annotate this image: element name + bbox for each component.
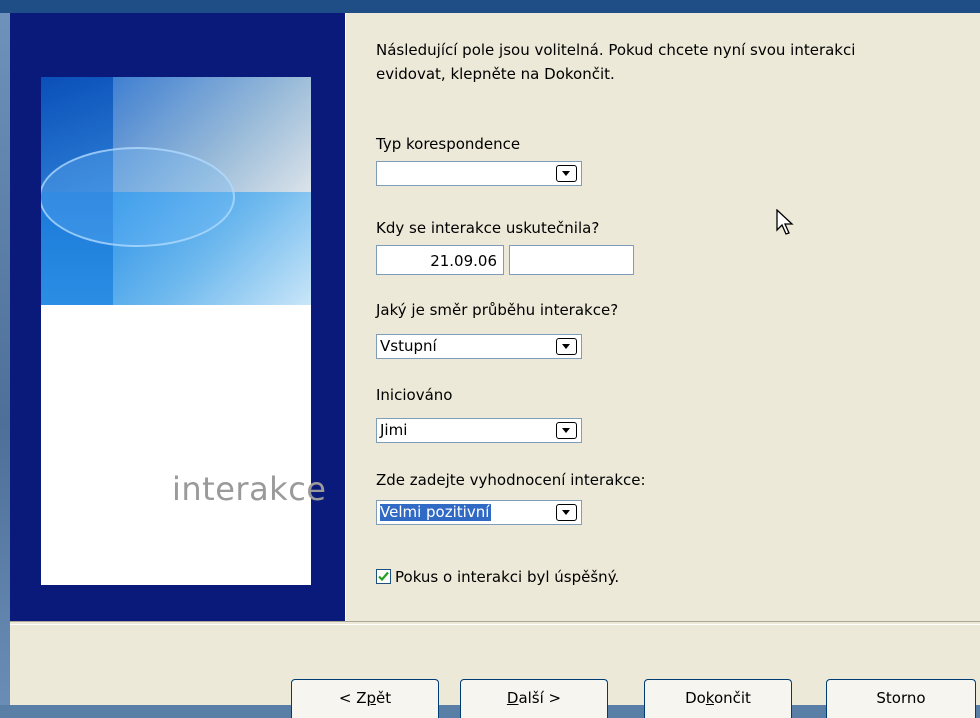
content-divider: [345, 13, 346, 621]
back-button[interactable]: < Zpět: [291, 679, 439, 718]
date-value: 21.09.06: [430, 252, 497, 270]
finish-button-label-pre: Do: [685, 689, 706, 707]
chevron-down-icon[interactable]: [556, 504, 577, 521]
wizard-banner: interakce: [10, 13, 345, 621]
chevron-down-icon[interactable]: [556, 165, 577, 182]
checkmark-icon: [378, 571, 389, 582]
window-title-strip: [0, 0, 980, 13]
finish-button-label-post: ončit: [713, 689, 751, 707]
wizard-dialog: interakce Následující pole jsou voliteln…: [10, 13, 980, 718]
evaluation-label: Zde zadejte vyhodnocení interakce:: [376, 471, 646, 489]
direction-select[interactable]: Vstupní: [376, 334, 582, 359]
chevron-down-icon[interactable]: [556, 338, 577, 355]
next-button-label: alší >: [518, 689, 562, 707]
success-checkbox-label[interactable]: Pokus o interakci byl úspěšný.: [395, 568, 619, 586]
cancel-button[interactable]: Storno: [826, 679, 976, 718]
evaluation-select[interactable]: Velmi pozitivní: [376, 500, 582, 525]
intro-text-line2: evidovat, klepněte na Dokončit.: [376, 65, 615, 83]
correspondence-type-label: Typ korespondence: [376, 135, 521, 153]
correspondence-type-select[interactable]: [376, 161, 582, 186]
success-checkbox[interactable]: [376, 569, 391, 584]
banner-graphic: [41, 77, 311, 305]
next-button[interactable]: Další >: [460, 679, 608, 718]
finish-button-mnemonic: k: [705, 689, 714, 707]
footer-separator: [10, 621, 980, 625]
mouse-cursor-icon: [776, 209, 794, 235]
desktop-background: [0, 0, 10, 705]
back-button-mnemonic: p: [366, 689, 377, 707]
cancel-button-label: Storno: [876, 689, 926, 707]
direction-value: Vstupní: [380, 337, 437, 355]
evaluation-value: Velmi pozitivní: [380, 503, 492, 521]
date-input[interactable]: 21.09.06: [376, 245, 504, 275]
back-button-label-pre: < Z: [338, 689, 367, 707]
chevron-down-icon[interactable]: [556, 422, 577, 439]
banner-white-panel: [41, 305, 311, 585]
finish-button[interactable]: Dokončit: [644, 679, 792, 718]
initiated-label: Iniciováno: [376, 386, 453, 404]
banner-caption: interakce: [172, 470, 327, 508]
initiated-select[interactable]: Jimi: [376, 418, 582, 443]
when-label: Kdy se interakce uskutečnila?: [376, 219, 600, 237]
direction-label: Jaký je směr průběhu interakce?: [376, 301, 619, 319]
intro-text-line1: Následující pole jsou volitelná. Pokud c…: [376, 41, 856, 59]
time-input[interactable]: [509, 245, 634, 275]
next-button-mnemonic: D: [506, 689, 519, 707]
back-button-label-post: ět: [376, 689, 392, 707]
initiated-value: Jimi: [380, 421, 408, 439]
